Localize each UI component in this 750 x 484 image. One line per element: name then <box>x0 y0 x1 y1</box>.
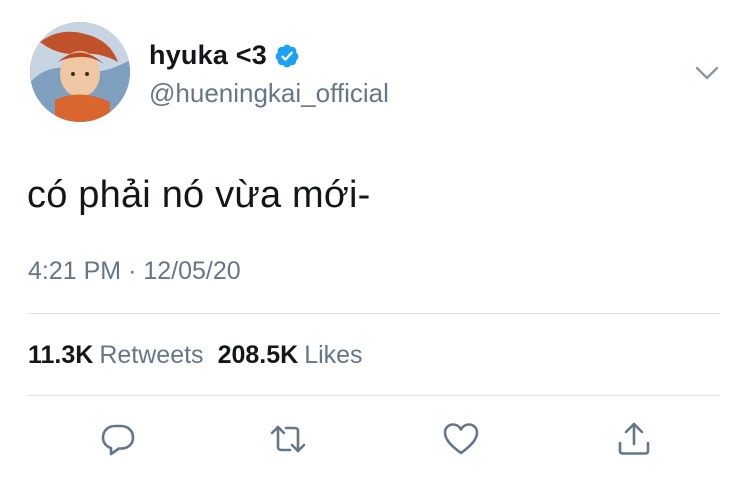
tweet-time: 4:21 PM <box>28 257 122 285</box>
divider <box>28 313 720 314</box>
tweet-date: 12/05/20 <box>143 257 241 285</box>
retweet-button[interactable] <box>268 419 308 459</box>
retweets-count[interactable]: 11.3K <box>28 341 93 370</box>
tweet-actions <box>0 419 750 463</box>
user-handle[interactable]: @hueningkai_official <box>149 78 389 109</box>
like-button[interactable] <box>441 419 481 459</box>
reply-icon <box>101 424 135 456</box>
avatar-image <box>30 22 130 122</box>
share-button[interactable] <box>614 419 654 459</box>
share-icon <box>618 422 650 455</box>
display-name[interactable]: hyuka <3 <box>149 40 267 71</box>
verified-badge-icon <box>274 43 300 69</box>
likes-label[interactable]: Likes <box>304 341 362 370</box>
tweet-card: hyuka <3 @hueningkai_official có phải nó… <box>0 0 750 484</box>
tweet-timestamp[interactable]: 4:21 PM · 12/05/20 <box>28 257 241 286</box>
retweets-label[interactable]: Retweets <box>99 341 203 370</box>
meta-separator: · <box>128 257 137 285</box>
likes-count[interactable]: 208.5K <box>218 341 299 370</box>
tweet-stats: 11.3K Retweets 208.5K Likes <box>28 341 377 370</box>
user-name-row: hyuka <3 <box>149 40 300 71</box>
reply-button[interactable] <box>98 419 138 459</box>
retweet-icon <box>270 425 306 453</box>
avatar[interactable] <box>30 22 130 122</box>
tweet-text: có phải nó vừa mới- <box>27 174 371 216</box>
like-icon <box>443 423 479 455</box>
chevron-down-icon[interactable] <box>694 60 720 86</box>
divider <box>28 395 720 396</box>
